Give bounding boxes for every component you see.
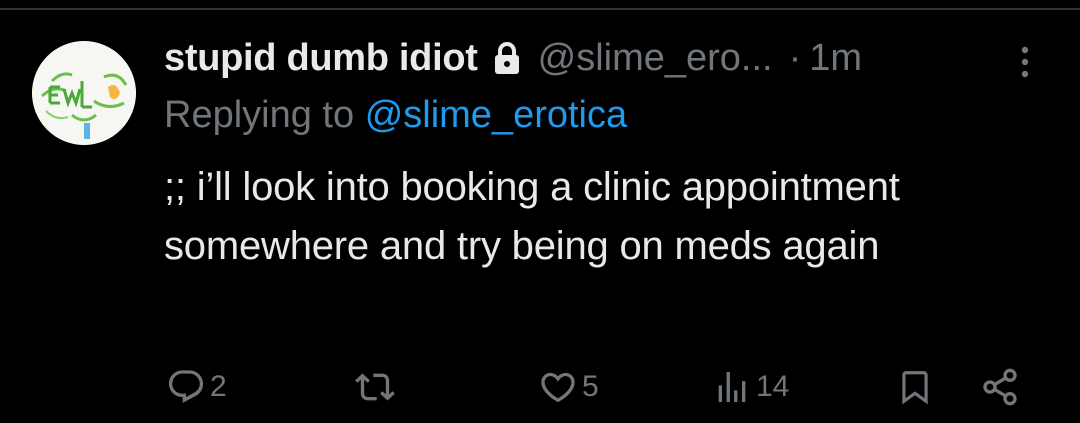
views-count: 14	[756, 370, 790, 403]
like-count: 5	[582, 370, 599, 403]
heart-icon	[541, 372, 575, 403]
timestamp[interactable]: 1m	[809, 37, 862, 80]
retweet-button[interactable]	[354, 362, 396, 412]
replying-prefix: Replying to	[164, 94, 355, 136]
lock-icon	[492, 41, 522, 75]
retweet-icon	[355, 373, 395, 401]
avatar[interactable]	[32, 41, 136, 145]
bookmark-button[interactable]	[896, 362, 934, 412]
tweet-text: ;; i’ll look into booking a clinic appoi…	[164, 165, 900, 268]
views-icon	[718, 372, 746, 402]
reply-icon	[168, 370, 204, 403]
replying-to-line: Replying to @slime_erotica	[164, 94, 627, 137]
more-vertical-icon[interactable]	[1012, 44, 1038, 80]
avatar-drawing	[32, 41, 136, 145]
bookmark-icon	[902, 371, 928, 405]
replying-mention-link[interactable]: @slime_erotica	[365, 94, 627, 136]
display-name[interactable]: stupid dumb idiot	[164, 37, 478, 80]
views-button[interactable]: 14	[712, 362, 789, 412]
reply-button[interactable]: 2	[166, 362, 227, 412]
handle[interactable]: @slime_ero...	[538, 37, 773, 80]
separator-dot: ·	[788, 36, 802, 79]
tweet-header: stupid dumb idiot @slime_ero... · 1m	[164, 32, 862, 84]
share-icon	[983, 368, 1017, 406]
share-button[interactable]	[980, 362, 1020, 412]
reply-count: 2	[210, 370, 227, 403]
top-divider	[0, 8, 1080, 10]
like-button[interactable]: 5	[538, 362, 599, 412]
